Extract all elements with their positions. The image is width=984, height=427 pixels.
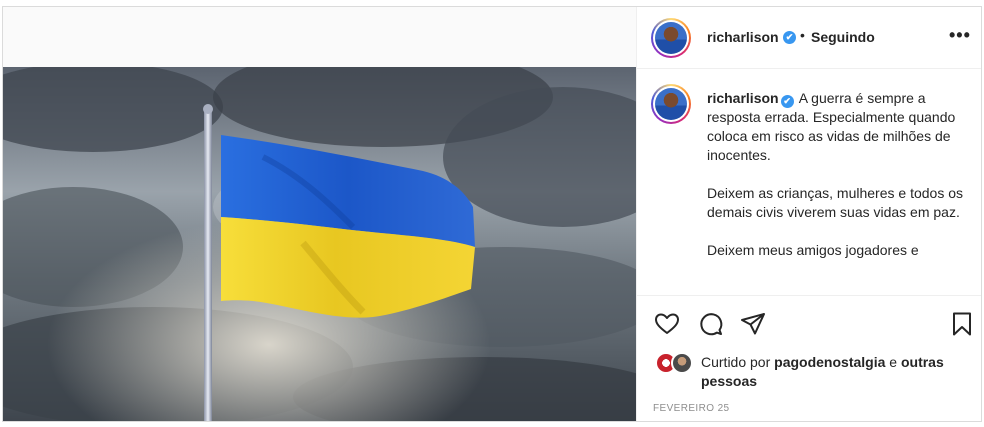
ukraine-flag-photo xyxy=(3,67,636,421)
caption-text: richarlison ✔ A guerra é sempre a respost… xyxy=(707,89,972,279)
separator-dot: • xyxy=(800,27,805,43)
caption-paragraph: Deixem as crianças, mulheres e todos os … xyxy=(707,185,963,220)
more-options-icon[interactable]: ••• xyxy=(949,25,971,46)
post-modal: richarlison ✔ • Seguindo ••• richarlison… xyxy=(2,6,982,422)
following-button[interactable]: Seguindo xyxy=(811,29,875,45)
avatar[interactable] xyxy=(651,18,691,58)
liked-and: e xyxy=(889,354,898,370)
caption-paragraph: Deixem meus amigos jogadores e xyxy=(707,242,919,258)
header-username[interactable]: richarlison xyxy=(707,29,779,45)
caption-username[interactable]: richarlison xyxy=(707,90,779,106)
share-icon[interactable] xyxy=(739,310,767,338)
liked-prefix: Curtido por xyxy=(701,354,771,370)
post-sidebar: richarlison ✔ • Seguindo ••• richarlison… xyxy=(636,7,981,421)
post-media xyxy=(3,7,636,421)
post-header: richarlison ✔ • Seguindo ••• xyxy=(637,7,981,69)
verified-icon: ✔ xyxy=(783,31,796,44)
liked-by-user-link[interactable]: pagodenostalgia xyxy=(774,354,885,370)
heart-icon[interactable] xyxy=(653,310,681,338)
post-image[interactable] xyxy=(3,67,636,421)
liked-by-text: Curtido por pagodenostalgia e outras pes… xyxy=(701,353,971,391)
verified-icon: ✔ xyxy=(780,95,794,108)
action-bar: Curtido por pagodenostalgia e outras pes… xyxy=(637,295,981,421)
caption-avatar[interactable] xyxy=(651,84,691,124)
bookmark-icon[interactable] xyxy=(948,310,976,338)
liker-avatar[interactable] xyxy=(671,352,693,374)
comment-icon[interactable] xyxy=(697,310,725,338)
post-date[interactable]: FEVEREIRO 25 xyxy=(653,403,730,414)
caption: richarlison ✔ A guerra é sempre a respost… xyxy=(637,70,981,295)
